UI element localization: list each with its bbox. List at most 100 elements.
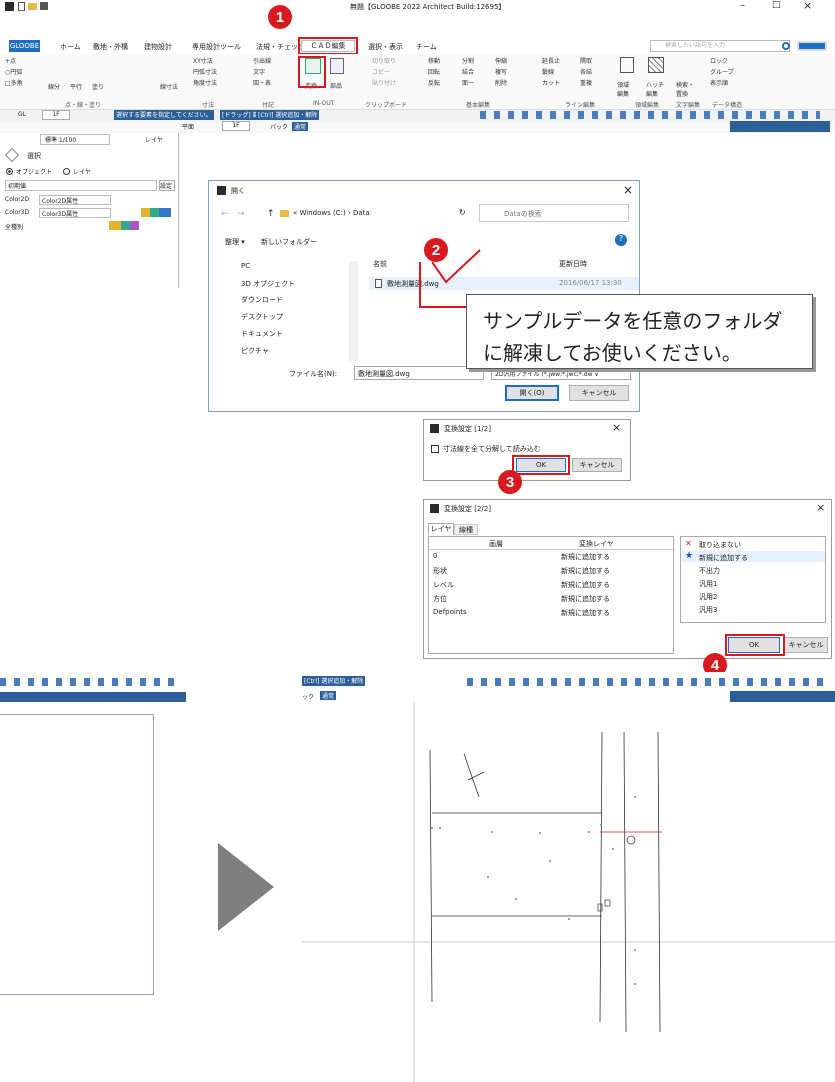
new-file-icon[interactable] <box>18 2 25 11</box>
color2d-select[interactable]: Color2D属性 <box>39 195 111 205</box>
nav-item-3d[interactable]: 3D オブジェクト <box>241 279 295 289</box>
tool-cut[interactable]: 切り取り <box>372 56 396 67</box>
nav-scrollbar[interactable] <box>349 261 358 361</box>
nav-item-pc[interactable]: PC <box>241 262 250 270</box>
tool-extend[interactable]: 延長止 <box>542 56 560 67</box>
radio-object[interactable] <box>6 168 13 175</box>
minimize-button[interactable]: – <box>740 0 745 11</box>
tool-arc[interactable]: ○円弧 <box>5 67 22 78</box>
hatch-icon[interactable] <box>648 57 664 73</box>
tool-dim[interactable]: 線寸法 <box>160 82 178 93</box>
tool-multi-copy[interactable]: 複写 <box>495 67 507 78</box>
layer-tools-icon[interactable] <box>141 208 171 217</box>
tool-figure[interactable]: 図・表 <box>253 78 271 89</box>
view-floor[interactable]: 1F <box>222 121 250 131</box>
view-toolbar-icons[interactable] <box>480 111 820 119</box>
dialog-close-button[interactable]: × <box>623 183 633 197</box>
tool-fold[interactable]: 繋線 <box>542 67 554 78</box>
tool-text[interactable]: 文字 <box>253 67 265 78</box>
tab-gloobe[interactable]: GLOOBE <box>9 40 40 52</box>
search-icon[interactable] <box>782 42 790 50</box>
option-4-label[interactable]: 汎用2 <box>699 592 717 602</box>
tab-site[interactable]: 敷地・外構 <box>93 42 128 52</box>
region-icon[interactable] <box>620 57 634 73</box>
tool-hatch-edit[interactable]: ハッチ 編集 <box>646 80 664 98</box>
tool-xy-dim[interactable]: XY寸法 <box>193 56 213 67</box>
convert1-cancel-button[interactable]: キャンセル <box>572 458 622 472</box>
column-date[interactable]: 更新日時 <box>559 259 587 269</box>
preset-select[interactable]: 初期値 <box>5 180 157 191</box>
filename-input[interactable]: 敷地測量図.dwg <box>354 366 484 380</box>
tab-team[interactable]: チーム <box>416 42 437 52</box>
tool-copy[interactable]: コピー <box>372 67 390 78</box>
tool-lock[interactable]: ロック <box>710 56 728 67</box>
help-icon[interactable]: ? <box>615 234 627 246</box>
tab-layer[interactable]: レイヤ <box>428 523 454 535</box>
tool-paste[interactable]: 貼り付け <box>372 78 396 89</box>
tool-cut-line[interactable]: カット <box>542 78 560 89</box>
refresh-icon[interactable]: ↻ <box>459 208 466 217</box>
site-survey-drawing[interactable] <box>302 702 835 1082</box>
maximize-button[interactable]: □ <box>772 0 781 10</box>
nav-item-pictures[interactable]: ピクチャ <box>241 346 269 356</box>
organize-button[interactable]: 整理 ▾ <box>225 237 245 247</box>
column-name[interactable]: 名前 <box>373 259 387 269</box>
row-1-target[interactable]: 新規に追加する <box>561 566 610 576</box>
tool-point[interactable]: +点 <box>5 56 16 67</box>
row-0-target[interactable]: 新規に追加する <box>561 552 610 562</box>
tool-region-edit[interactable]: 領域 編集 <box>617 80 629 98</box>
tab-select-view[interactable]: 選択・表示 <box>368 42 403 52</box>
tool-delete[interactable]: 削除 <box>495 78 507 89</box>
row-4-layer[interactable]: Defpoints <box>433 608 467 616</box>
row-0-layer[interactable]: 0 <box>433 552 437 560</box>
open-button[interactable]: 開く(O) <box>505 385 559 401</box>
explode-dims-checkbox[interactable] <box>431 445 439 453</box>
option-5-label[interactable]: 汎用3 <box>699 605 717 615</box>
convert2-cancel-button[interactable]: キャンセル <box>784 637 828 653</box>
tool-display-order[interactable]: 表示順 <box>710 78 728 89</box>
tool-rotate[interactable]: 回転 <box>428 67 440 78</box>
tool-split[interactable]: 分割 <box>462 56 474 67</box>
tool-move[interactable]: 移動 <box>428 56 440 67</box>
dialog-search-input[interactable]: Dataの検索 <box>479 204 629 222</box>
row-2-target[interactable]: 新規に追加する <box>561 580 610 590</box>
row-4-target[interactable]: 新規に追加する <box>561 608 610 618</box>
parts-icon[interactable] <box>330 58 344 74</box>
tool-parallel[interactable]: 平行 <box>70 82 82 93</box>
tool-compose[interactable]: 各結 <box>580 67 592 78</box>
row-1-layer[interactable]: 形状 <box>433 566 447 576</box>
scale-select[interactable]: 標準 1/100 <box>40 134 110 145</box>
dialog-cancel-button[interactable]: キャンセル <box>569 385 629 401</box>
new-folder-button[interactable]: 新しいフォルダー <box>261 237 317 247</box>
tool-leader[interactable]: 引出線 <box>253 56 271 67</box>
up-arrow-icon[interactable]: ↑ <box>267 209 275 219</box>
tool-parts[interactable]: 部品 <box>330 81 342 92</box>
radio-layer[interactable] <box>63 168 70 175</box>
tab-home[interactable]: ホーム <box>60 42 81 52</box>
tool-polygon[interactable]: □多角 <box>5 78 23 89</box>
address-bar[interactable]: « Windows (C:) › Data <box>293 209 370 217</box>
account-badge[interactable] <box>797 41 827 51</box>
normal-label[interactable]: 通常 <box>292 122 309 131</box>
tool-overlap[interactable]: 重複 <box>580 78 592 89</box>
tab-linetype[interactable]: 線種 <box>454 524 478 535</box>
tab-building[interactable]: 建物設計 <box>144 42 172 52</box>
layer-select[interactable]: レイヤ <box>145 135 163 144</box>
row-3-layer[interactable]: 方位 <box>433 594 447 604</box>
tool-angle-dim[interactable]: 角度寸法 <box>193 78 217 89</box>
option-2-label[interactable]: 不出力 <box>699 566 720 576</box>
option-1-label[interactable]: 新規に追加する <box>699 553 748 563</box>
back-label[interactable]: バック <box>270 122 288 131</box>
back-arrow-icon[interactable]: ← <box>221 209 229 219</box>
gl-label[interactable]: GL <box>18 111 26 118</box>
option-0-label[interactable]: 取り込まない <box>699 540 741 550</box>
ribbon-search-input[interactable]: 検索したい語句を入力 <box>650 40 790 52</box>
tool-mirror[interactable]: 反転 <box>428 78 440 89</box>
option-3-label[interactable]: 汎用1 <box>699 579 717 589</box>
nav-item-desktop[interactable]: デスクトップ <box>241 312 283 322</box>
tool-stretch[interactable]: 伸縮 <box>495 56 507 67</box>
convert1-close-button[interactable]: × <box>612 421 621 434</box>
convert2-close-button[interactable]: × <box>816 501 825 514</box>
row-3-target[interactable]: 新規に追加する <box>561 594 610 604</box>
nav-item-documents[interactable]: ドキュメント <box>241 329 283 339</box>
